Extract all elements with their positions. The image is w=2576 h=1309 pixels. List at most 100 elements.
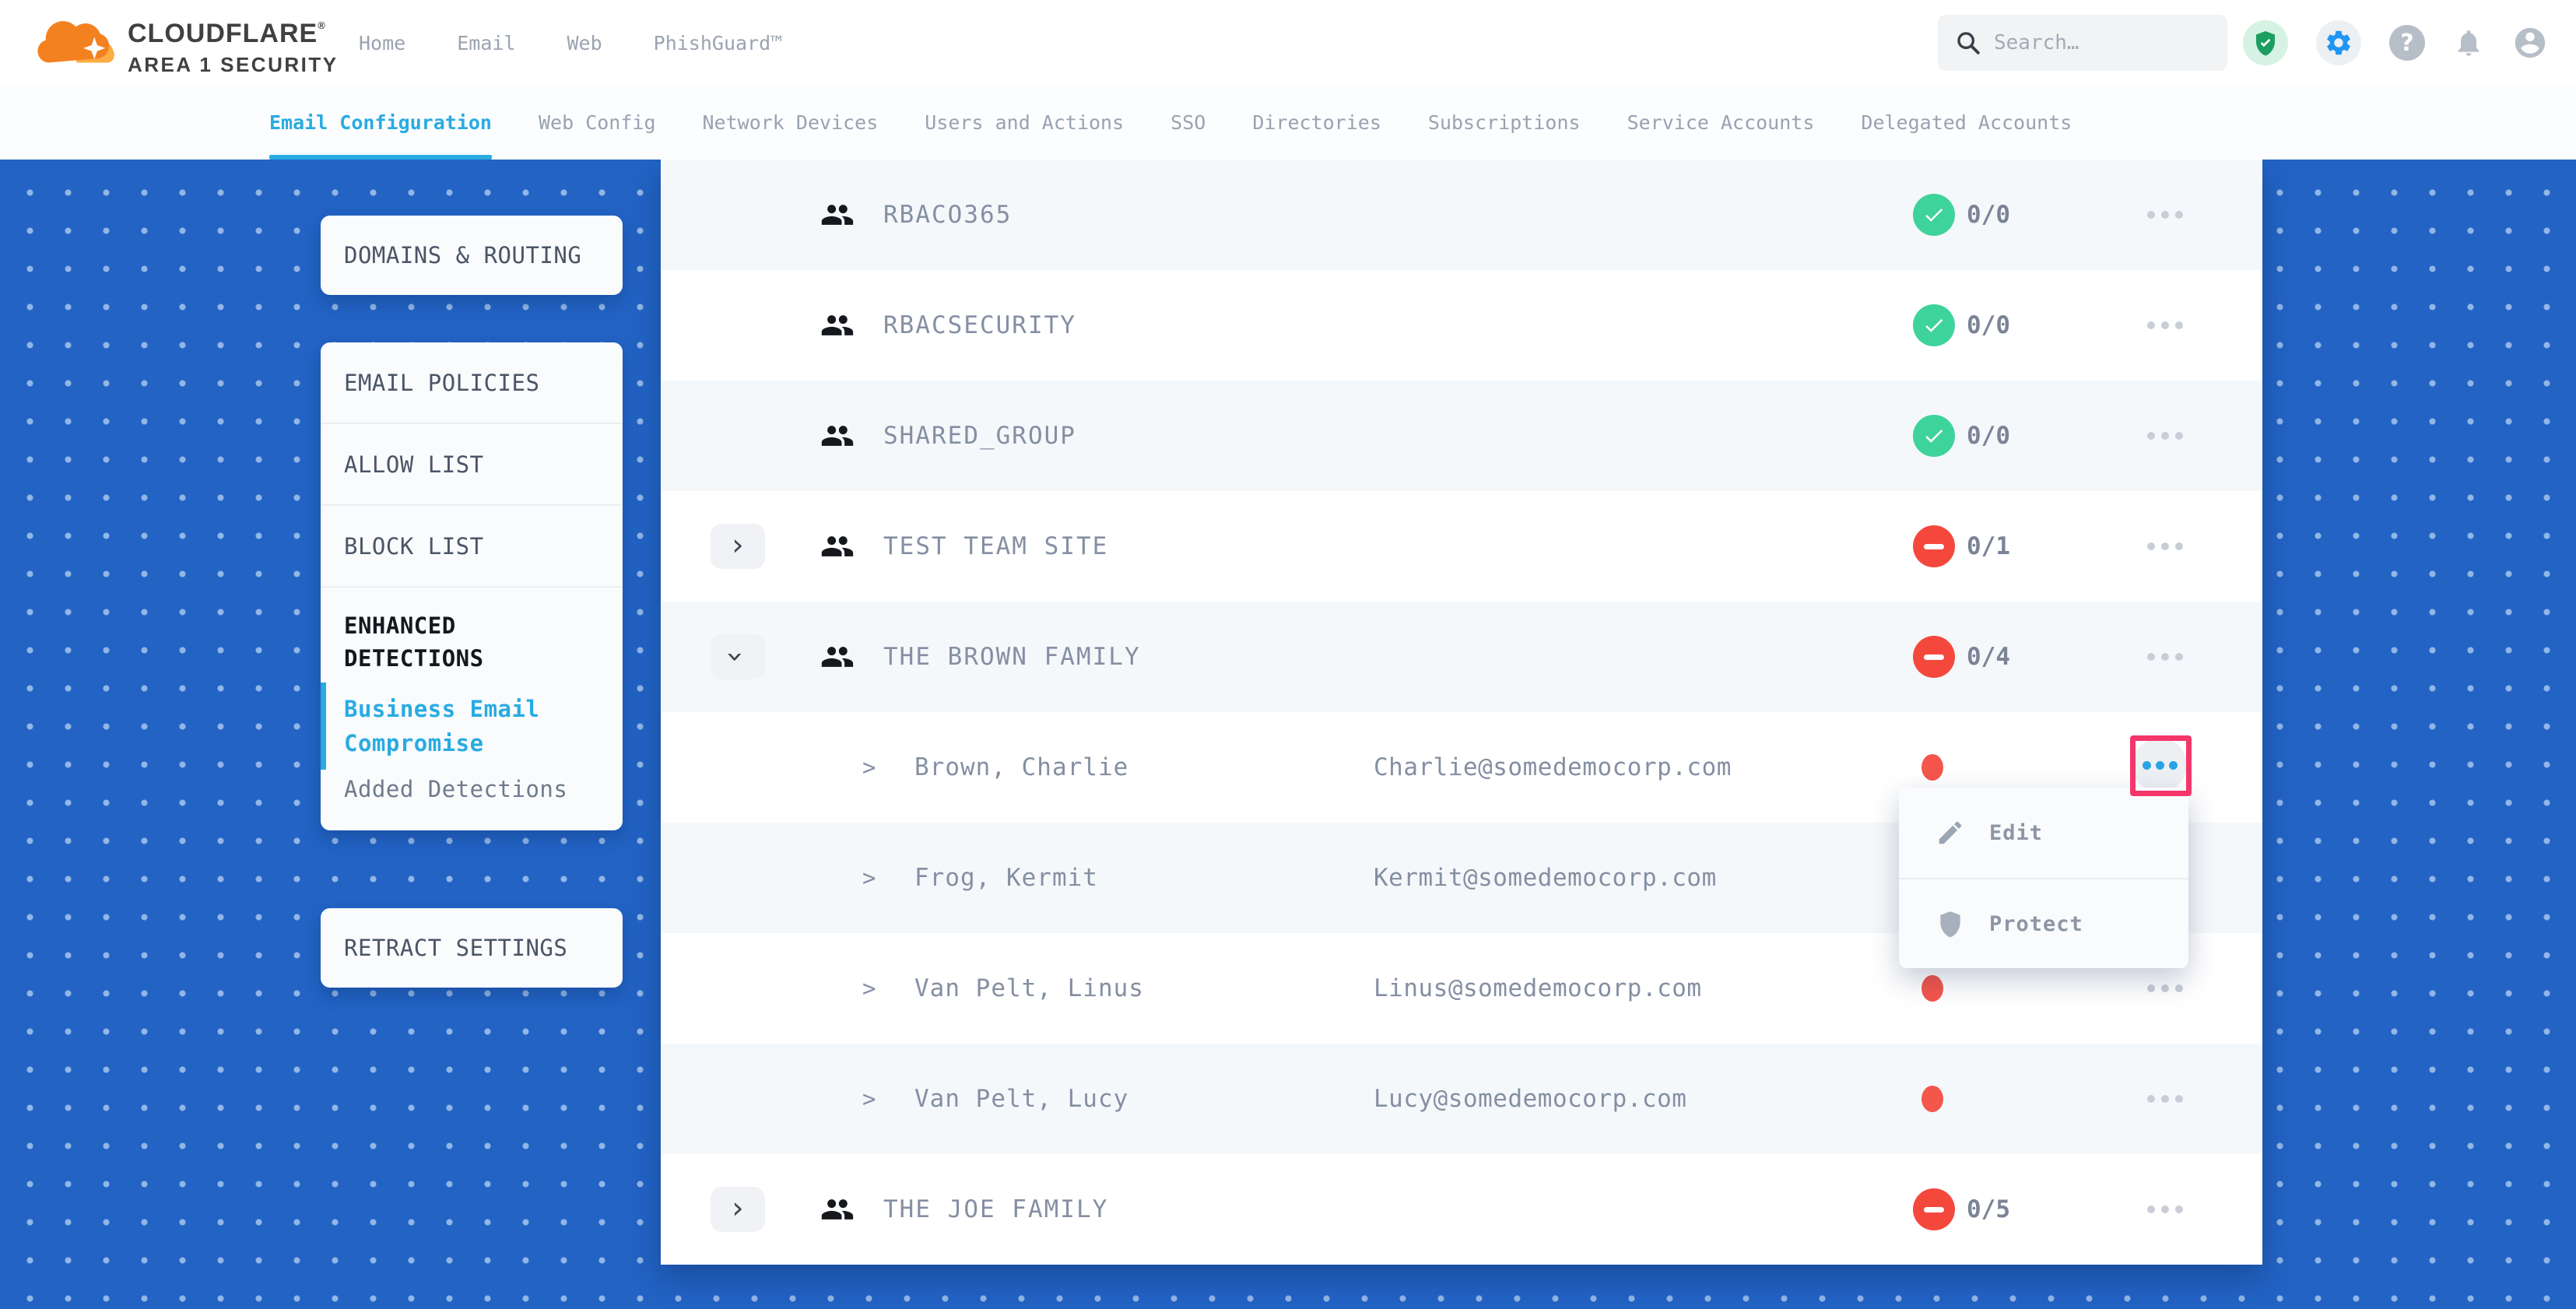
protection-count: 0/0: [1967, 311, 2010, 339]
minus-icon: [1924, 544, 1944, 549]
row-more-button[interactable]: [2138, 312, 2192, 339]
tab-label: Network Devices: [703, 111, 879, 134]
user-row-caret: >: [862, 975, 876, 1002]
sidebar-item-allow-list[interactable]: ALLOW LIST: [321, 424, 623, 506]
sidebar-item-enhanced-detections[interactable]: ENHANCED DETECTIONS: [321, 588, 623, 683]
cloudflare-cloud-icon: [34, 6, 115, 72]
group-name: RBACSECURITY: [883, 311, 1076, 339]
shield-icon: [1935, 908, 1966, 939]
sidebar-item-label: DOMAINS & ROUTING: [344, 242, 581, 268]
row-more-button[interactable]: [2138, 202, 2192, 228]
group-name: SHARED_GROUP: [883, 422, 1076, 450]
sidebar-item-business-email-compromise[interactable]: Business Email Compromise: [321, 683, 623, 770]
protection-count: 0/1: [1967, 532, 2010, 560]
tab-web-config[interactable]: Web Config: [539, 86, 656, 160]
expander-collapsed-button[interactable]: ›: [711, 524, 765, 569]
row-more-button[interactable]: [2138, 975, 2192, 1002]
table-row-the-brown-family: › THE BROWN FAMILY 0/4: [661, 602, 2262, 712]
protection-count: 0/0: [1967, 201, 2010, 229]
expander-expanded-button[interactable]: ›: [711, 634, 765, 679]
notifications-bell-icon[interactable]: [2453, 27, 2484, 58]
menu-item-edit[interactable]: Edit: [1899, 788, 2188, 878]
sidebar-card-2: RETRACT SETTINGS: [321, 908, 623, 988]
user-name: Brown, Charlie: [914, 753, 1128, 781]
tab-subscriptions[interactable]: Subscriptions: [1428, 86, 1581, 160]
more-dot: [2161, 211, 2169, 219]
tab-service-accounts[interactable]: Service Accounts: [1627, 86, 1815, 160]
more-dot: [2147, 984, 2155, 992]
user-email: Lucy@somedemocorp.com: [1374, 1085, 1686, 1113]
search-input[interactable]: [1994, 31, 2204, 54]
user-email: Linus@somedemocorp.com: [1374, 974, 1702, 1002]
group-name: RBACO365: [883, 201, 1012, 229]
nav-link-home[interactable]: Home: [359, 32, 405, 54]
row-more-button[interactable]: [2138, 533, 2192, 560]
sidebar-item-domains-routing[interactable]: DOMAINS & ROUTING: [321, 216, 623, 295]
status-minus-badge: [1913, 1188, 1955, 1230]
tab-delegated-accounts[interactable]: Delegated Accounts: [1861, 86, 2072, 160]
group-name: THE BROWN FAMILY: [883, 643, 1141, 671]
account-icon[interactable]: [2512, 25, 2548, 61]
shield-check-icon[interactable]: [2243, 20, 2288, 65]
sidebar-item-block-list[interactable]: BLOCK LIST: [321, 506, 623, 588]
more-dot: [2147, 211, 2155, 219]
tab-label: Service Accounts: [1627, 111, 1815, 134]
group-people-icon: [820, 308, 855, 342]
protection-count: 0/5: [1967, 1195, 2010, 1223]
more-dot: [2147, 1205, 2155, 1213]
header-nav: Home Email Web PhishGuard™: [359, 0, 782, 86]
user-name: Frog, Kermit: [914, 864, 1098, 892]
sidebar-card-1: EMAIL POLICIESALLOW LISTBLOCK LISTENHANC…: [321, 342, 623, 830]
search-box[interactable]: [1938, 15, 2227, 71]
status-check-badge: [1913, 194, 1955, 236]
nav-link-email[interactable]: Email: [457, 32, 515, 54]
chevron-right-icon: ›: [732, 1193, 743, 1223]
tab-users-and-actions[interactable]: Users and Actions: [925, 86, 1124, 160]
protection-count: 0/4: [1967, 643, 2010, 671]
sidebar-item-label: Added Detections: [344, 776, 567, 802]
row-more-button[interactable]: [2138, 1086, 2192, 1112]
table-row-test-team-site: ›TEST TEAM SITE0/1: [661, 491, 2262, 602]
tab-label: Web Config: [539, 111, 656, 134]
tab-email-configuration[interactable]: Email Configuration: [269, 86, 492, 160]
logo-subtitle: AREA 1 SECURITY: [128, 53, 339, 77]
nav-link-phishguard[interactable]: PhishGuard™: [654, 32, 783, 54]
tab-network-devices[interactable]: Network Devices: [703, 86, 879, 160]
top-header: CLOUDFLARE® AREA 1 SECURITY Home Email Web…: [0, 0, 2576, 86]
row-more-button[interactable]: [2138, 644, 2192, 670]
more-dot: [2147, 653, 2155, 661]
more-dot: [2161, 542, 2169, 550]
sidebar-item-label: Business Email Compromise: [344, 696, 539, 756]
sidebar-item-added-detections[interactable]: Added Detections: [321, 770, 623, 830]
group-people-icon: [820, 640, 855, 674]
help-icon[interactable]: ?: [2389, 25, 2425, 61]
tab-directories[interactable]: Directories: [1252, 86, 1381, 160]
status-minus-badge: [1913, 525, 1955, 567]
expander-collapsed-button[interactable]: ›: [711, 1187, 765, 1232]
status-dot: [1921, 975, 1943, 1002]
user-email: Charlie@somedemocorp.com: [1374, 753, 1732, 781]
minus-icon: [1924, 1207, 1944, 1212]
group-name: THE JOE FAMILY: [883, 1195, 1108, 1223]
more-dot: [2175, 432, 2183, 440]
sidebar-item-email-policies[interactable]: EMAIL POLICIES: [321, 342, 623, 424]
menu-item-label: Edit: [1989, 821, 2043, 845]
cloudflare-logo: CLOUDFLARE® AREA 1 SECURITY: [34, 6, 339, 77]
more-dot: [2147, 321, 2155, 329]
group-people-icon: [820, 1192, 855, 1227]
row-more-button[interactable]: [2138, 1196, 2192, 1223]
user-name: Van Pelt, Linus: [914, 974, 1144, 1002]
sidebar-item-label: RETRACT SETTINGS: [344, 935, 567, 961]
menu-item-protect[interactable]: Protect: [1899, 878, 2188, 968]
row-more-button[interactable]: [2138, 423, 2192, 449]
status-dot: [1921, 1086, 1943, 1112]
sidebar-item-retract-settings[interactable]: RETRACT SETTINGS: [321, 908, 623, 988]
user-row-caret: >: [862, 754, 876, 781]
status-check-badge: [1913, 304, 1955, 346]
protection-count: 0/0: [1967, 422, 2010, 450]
nav-link-web[interactable]: Web: [567, 32, 602, 54]
more-dot: [2175, 211, 2183, 219]
settings-gear-icon[interactable]: [2316, 20, 2361, 65]
tab-sso[interactable]: SSO: [1170, 86, 1206, 160]
more-dot: [2147, 1095, 2155, 1103]
